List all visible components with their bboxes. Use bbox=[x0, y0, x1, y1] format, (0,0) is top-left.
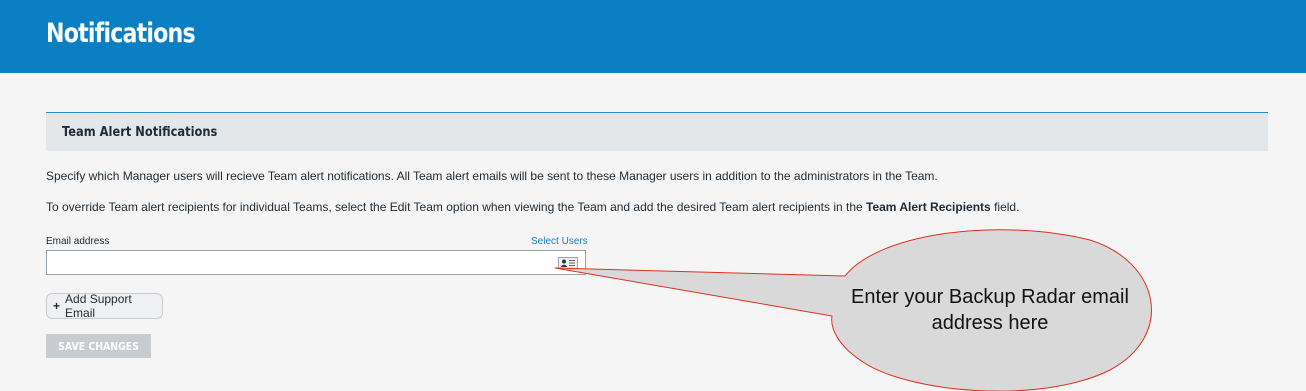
callout-text: Enter your Backup Radar email address he… bbox=[851, 286, 1129, 334]
